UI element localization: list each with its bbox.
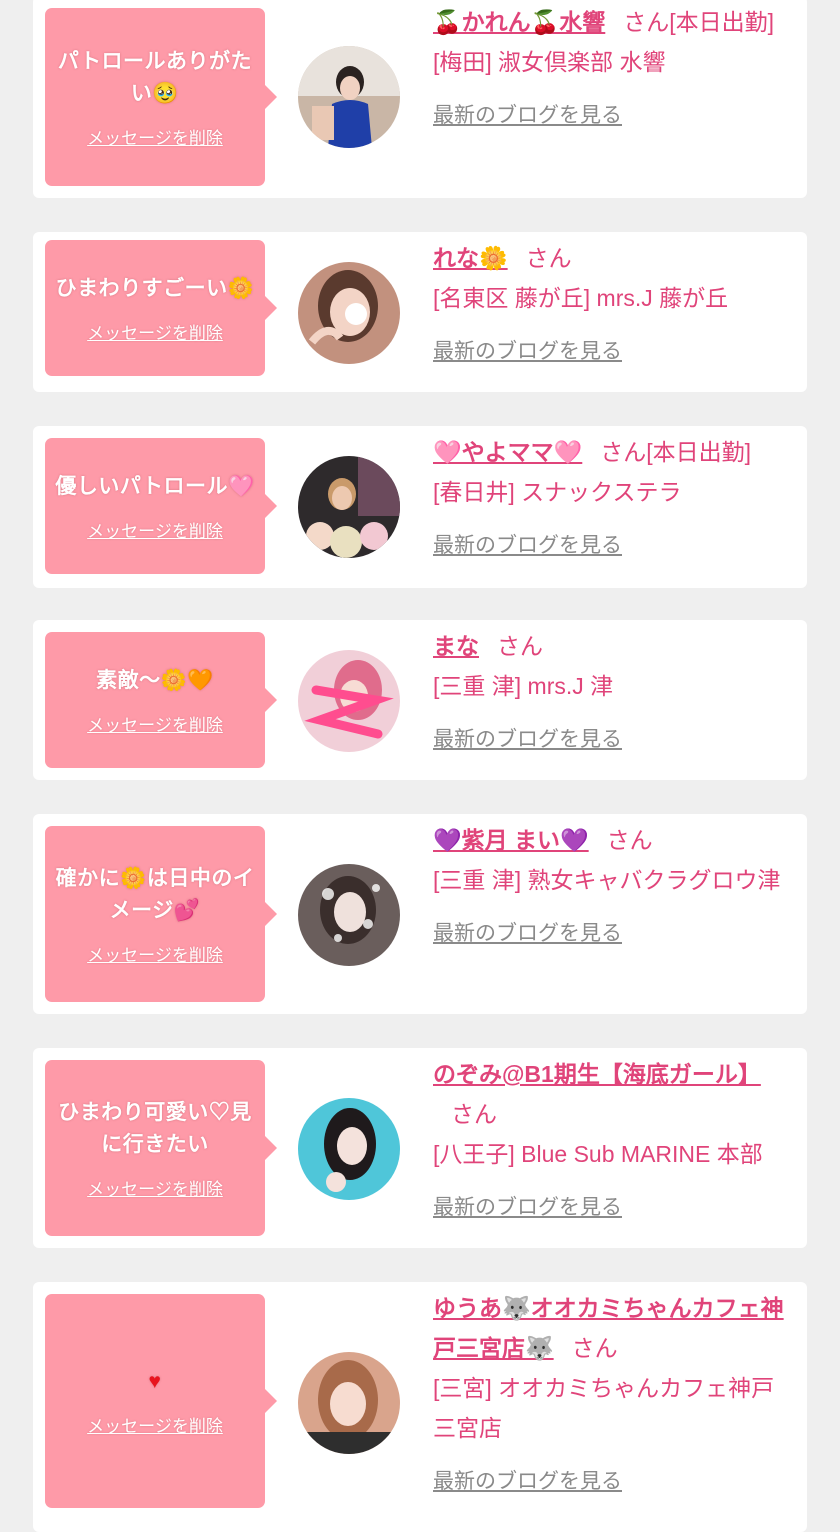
san-label: さん: [623, 9, 670, 35]
san-label: さん: [497, 633, 543, 659]
message-card: ひまわり可愛い♡見に行きたい メッセージを削除 のぞみ@B1期生【海底ガール】さ…: [33, 1048, 807, 1248]
delete-message-link[interactable]: メッセージを削除: [87, 517, 223, 542]
shop-info: [春日井] スナックステラ: [433, 479, 682, 505]
delete-message-link[interactable]: メッセージを削除: [87, 1175, 223, 1200]
shop-info: [三重 津] mrs.J 津: [433, 673, 614, 699]
message-bubble: ひまわりすごーい🌼 メッセージを削除: [45, 240, 277, 376]
message-text: 素敵〜🌼🧡: [96, 668, 214, 692]
sender-info: 🩷やよママ🩷 さん[本日出勤] [春日井] スナックステラ 最新のブログを見る: [433, 432, 793, 566]
latest-blog-link[interactable]: 最新のブログを見る: [433, 1188, 622, 1228]
sender-info: 🍒かれん🍒水響 さん[本日出勤] [梅田] 淑女倶楽部 水響 最新のブログを見る: [433, 2, 793, 136]
delete-message-link[interactable]: メッセージを削除: [87, 124, 223, 149]
san-label: さん: [451, 1101, 497, 1127]
message-card: 素敵〜🌼🧡 メッセージを削除 まな さん [三重 津] mrs.J 津 最新のブロ…: [33, 620, 807, 780]
latest-blog-link[interactable]: 最新のブログを見る: [433, 526, 622, 566]
avatar[interactable]: [298, 456, 400, 558]
message-bubble: 優しいパトロール🩷 メッセージを削除: [45, 438, 277, 574]
sender-info: まな さん [三重 津] mrs.J 津 最新のブログを見る: [433, 626, 793, 760]
message-card: パトロールありがたい🥹 メッセージを削除 🍒かれん🍒水響 さん[本日出勤] [梅田…: [33, 0, 807, 198]
san-label: さん: [600, 439, 647, 465]
avatar[interactable]: [298, 864, 400, 966]
avatar[interactable]: [298, 1098, 400, 1200]
san-label: さん: [606, 827, 653, 853]
message-card: ♥ メッセージを削除 ゆうあ🐺オオカミちゃんカフェ神戸三宮店🐺 さん [三宮] オ…: [33, 1282, 807, 1532]
delete-message-link[interactable]: メッセージを削除: [87, 941, 223, 966]
message-bubble: ♥ メッセージを削除: [45, 1294, 277, 1508]
name-line: まな さん: [433, 626, 793, 666]
sender-info: のぞみ@B1期生【海底ガール】さん [八王子] Blue Sub MARINE …: [433, 1054, 793, 1228]
name-line: 💜紫月 まい💜 さん: [433, 820, 793, 860]
work-status: [本日出勤]: [669, 9, 775, 35]
sender-info: ゆうあ🐺オオカミちゃんカフェ神戸三宮店🐺 さん [三宮] オオカミちゃんカフェ神戸…: [433, 1288, 793, 1502]
sender-name-link[interactable]: 🍒かれん🍒水響: [433, 9, 605, 35]
latest-blog-link[interactable]: 最新のブログを見る: [433, 914, 622, 954]
work-status: [本日出勤]: [646, 439, 752, 465]
shop-info: [八王子] Blue Sub MARINE 本部: [433, 1141, 763, 1167]
avatar[interactable]: [298, 46, 400, 148]
latest-blog-link[interactable]: 最新のブログを見る: [433, 332, 622, 372]
sender-name-link[interactable]: れな🌼: [433, 245, 508, 271]
san-label: さん: [571, 1335, 618, 1361]
message-text: パトロールありがたい🥹: [57, 49, 253, 105]
shop-info: [名東区 藤が丘] mrs.J 藤が丘: [433, 285, 729, 311]
delete-message-link[interactable]: メッセージを削除: [87, 711, 223, 736]
name-line: 🍒かれん🍒水響 さん[本日出勤]: [433, 2, 793, 42]
sender-name-link[interactable]: まな: [433, 633, 479, 659]
name-line: れな🌼 さん: [433, 238, 793, 278]
sender-name-link[interactable]: のぞみ@B1期生【海底ガール】: [433, 1061, 761, 1087]
message-bubble: 確かに🌼は日中のイメージ💕 メッセージを削除: [45, 826, 277, 1002]
shop-info: [三重 津] 熟女キャバクラグロウ津: [433, 867, 781, 893]
message-text: ♥: [148, 1369, 162, 1393]
message-bubble: パトロールありがたい🥹 メッセージを削除: [45, 8, 277, 186]
message-text: ひまわり可愛い♡見に行きたい: [58, 1100, 252, 1156]
message-card: 優しいパトロール🩷 メッセージを削除 🩷やよママ🩷 さん[本日出勤] [春日井] …: [33, 426, 807, 588]
message-bubble: ひまわり可愛い♡見に行きたい メッセージを削除: [45, 1060, 277, 1236]
avatar[interactable]: [298, 650, 400, 752]
name-line: のぞみ@B1期生【海底ガール】さん: [433, 1054, 793, 1134]
message-text: ひまわりすごーい🌼: [55, 276, 255, 300]
message-text: 確かに🌼は日中のイメージ💕: [55, 866, 255, 922]
delete-message-link[interactable]: メッセージを削除: [87, 1412, 223, 1437]
sender-info: 💜紫月 まい💜 さん [三重 津] 熟女キャバクラグロウ津 最新のブログを見る: [433, 820, 793, 954]
delete-message-link[interactable]: メッセージを削除: [87, 319, 223, 344]
message-bubble: 素敵〜🌼🧡 メッセージを削除: [45, 632, 277, 768]
message-card: 確かに🌼は日中のイメージ💕 メッセージを削除 💜紫月 まい💜 さん [三重 津] …: [33, 814, 807, 1014]
latest-blog-link[interactable]: 最新のブログを見る: [433, 96, 622, 136]
name-line: ゆうあ🐺オオカミちゃんカフェ神戸三宮店🐺 さん: [433, 1288, 793, 1368]
shop-info: [梅田] 淑女倶楽部 水響: [433, 49, 666, 75]
name-line: 🩷やよママ🩷 さん[本日出勤]: [433, 432, 793, 472]
avatar[interactable]: [298, 262, 400, 364]
latest-blog-link[interactable]: 最新のブログを見る: [433, 720, 622, 760]
sender-name-link[interactable]: 🩷やよママ🩷: [433, 439, 582, 465]
latest-blog-link[interactable]: 最新のブログを見る: [433, 1462, 622, 1502]
message-text: 優しいパトロール🩷: [55, 474, 255, 498]
sender-name-link[interactable]: 💜紫月 まい💜: [433, 827, 589, 853]
shop-info: [三宮] オオカミちゃんカフェ神戸三宮店: [433, 1375, 775, 1441]
san-label: さん: [525, 245, 572, 271]
message-card: ひまわりすごーい🌼 メッセージを削除 れな🌼 さん [名東区 藤が丘] mrs.J…: [33, 232, 807, 392]
sender-info: れな🌼 さん [名東区 藤が丘] mrs.J 藤が丘 最新のブログを見る: [433, 238, 793, 372]
avatar[interactable]: [298, 1352, 400, 1454]
